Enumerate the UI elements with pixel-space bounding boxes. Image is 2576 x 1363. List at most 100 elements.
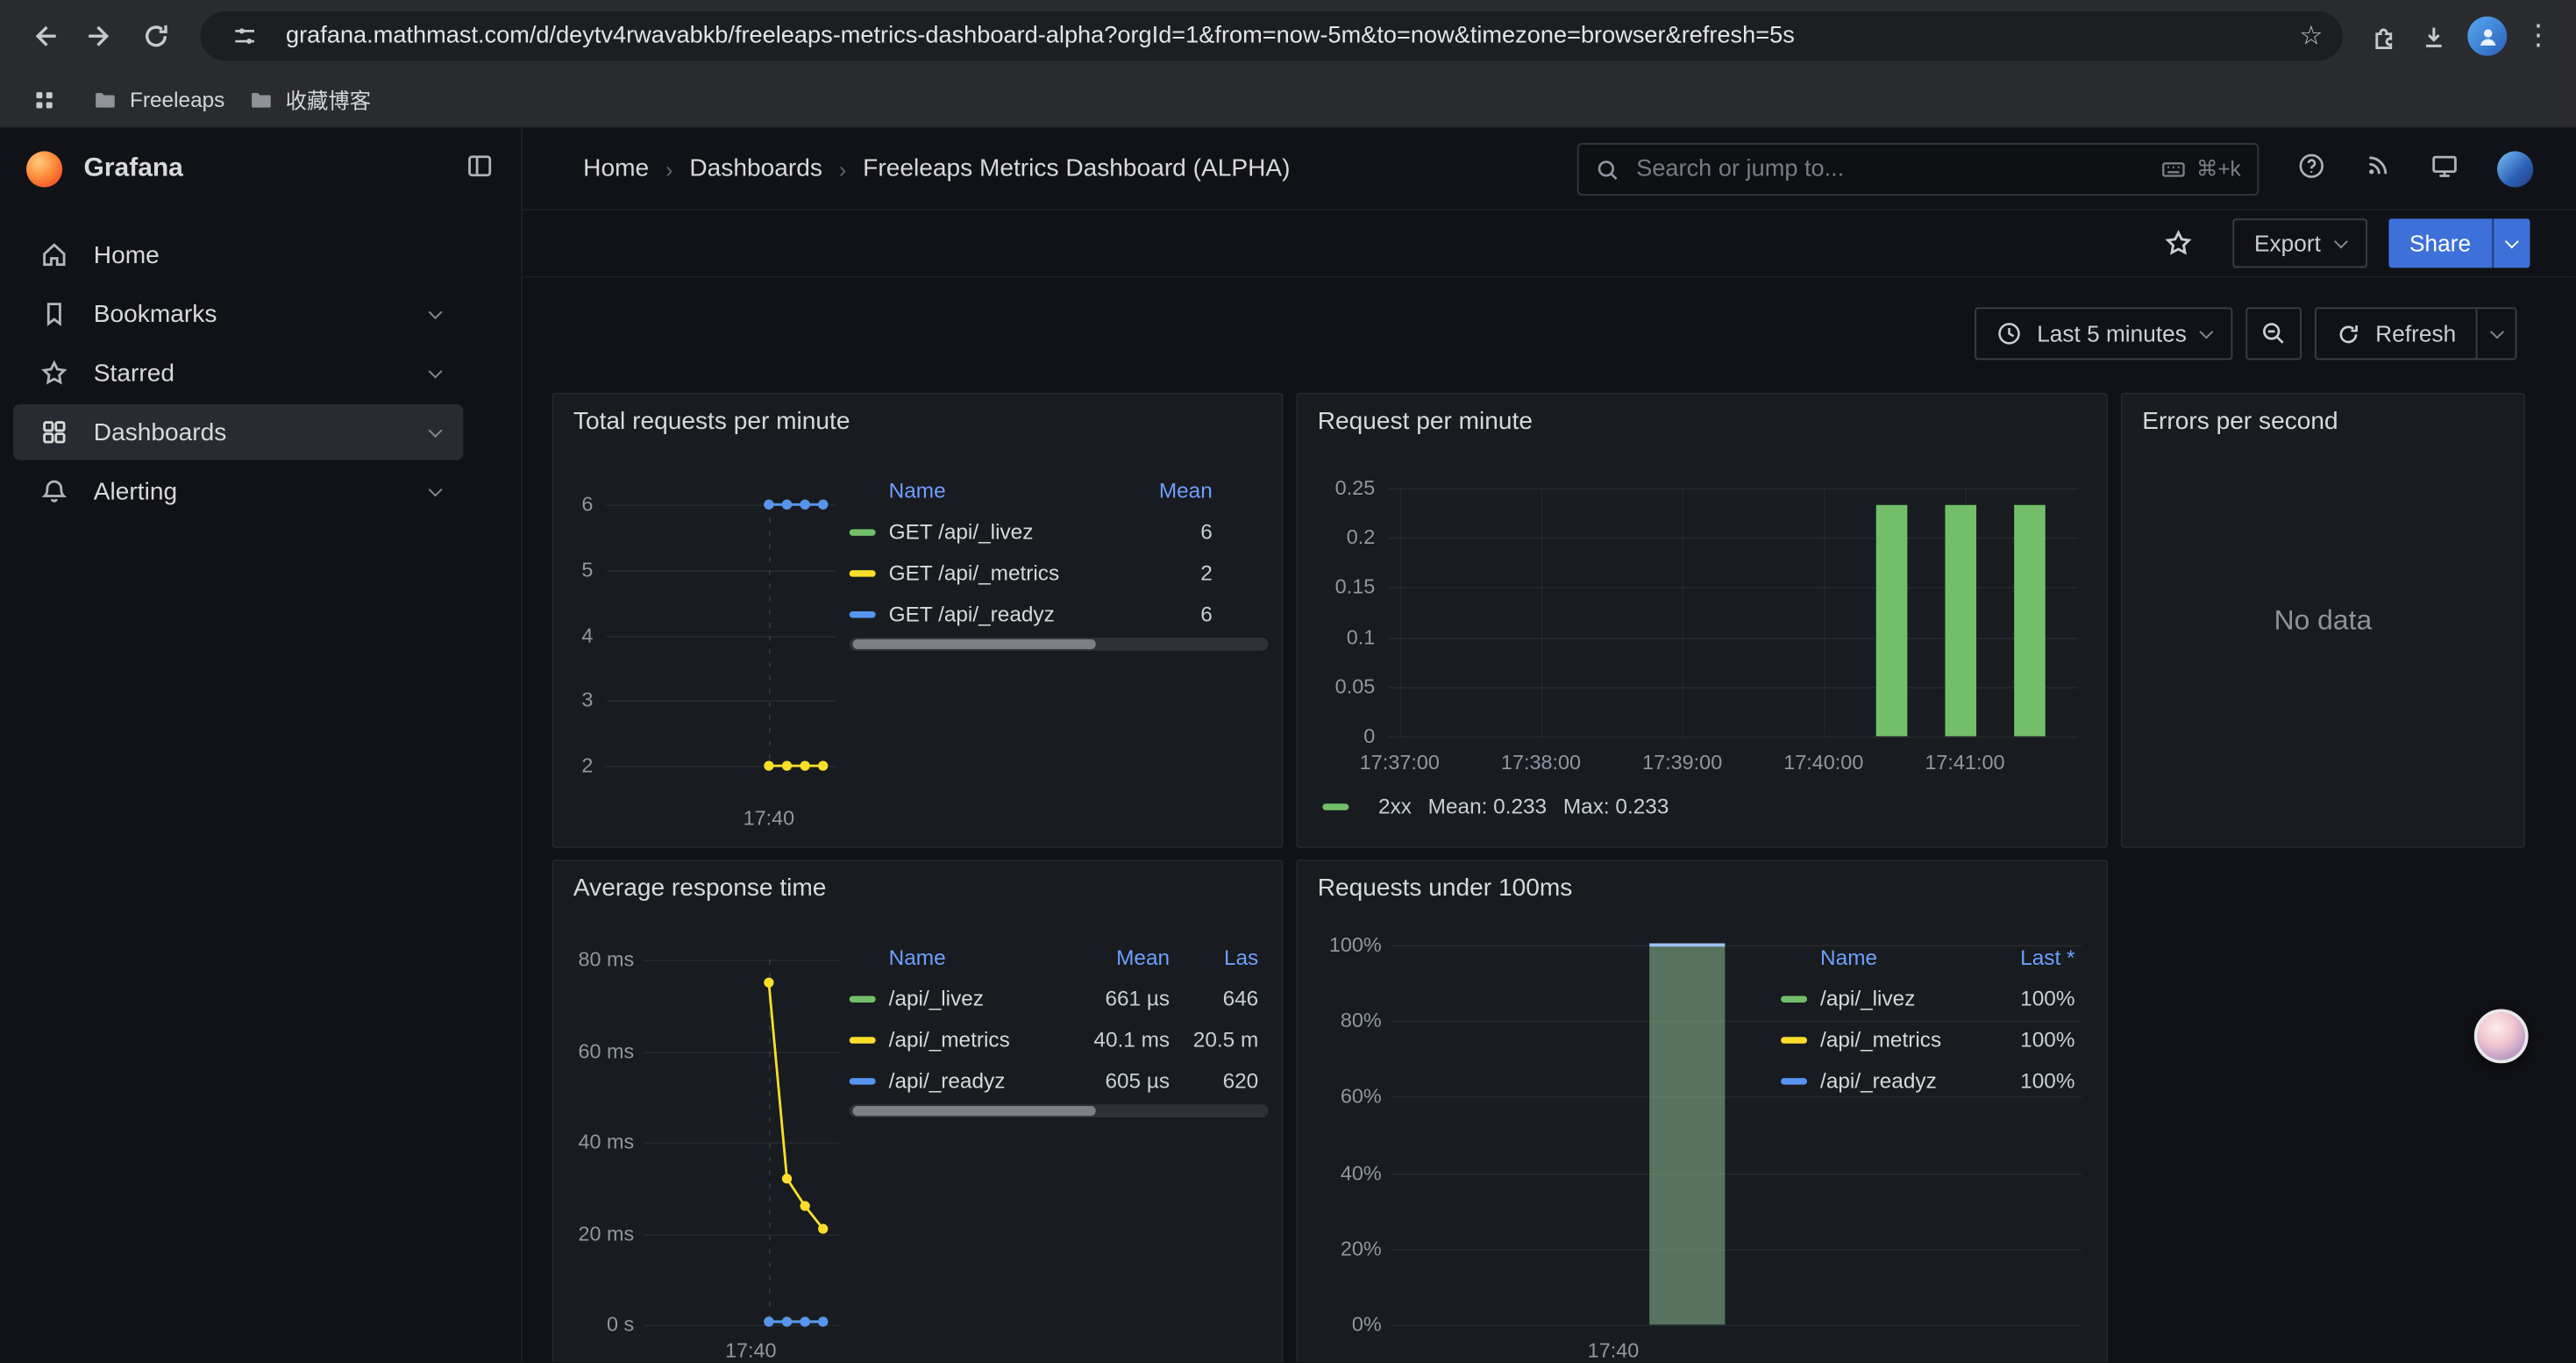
refresh-button[interactable]: Refresh bbox=[2316, 309, 2476, 358]
url-bar[interactable]: grafana.mathmast.com/d/deytv4rwavabkb/fr… bbox=[201, 11, 2343, 61]
user-avatar[interactable] bbox=[2497, 151, 2533, 187]
bookmark-star-icon[interactable]: ☆ bbox=[2300, 19, 2323, 52]
legend-row: /api/_readyz 100% bbox=[1764, 1060, 2086, 1102]
sidebar-item-label: Starred bbox=[94, 359, 406, 387]
time-range-picker[interactable]: Last 5 minutes bbox=[1975, 307, 2232, 360]
legend-series-mean: 605 µs bbox=[1078, 1068, 1170, 1093]
legend-col-name[interactable]: Name bbox=[1781, 944, 1976, 968]
forward-button[interactable] bbox=[72, 8, 128, 64]
legend-series-name[interactable]: /api/_readyz bbox=[1820, 1068, 1976, 1093]
bookmark-item[interactable]: Freeleaps bbox=[92, 86, 224, 112]
display-icon[interactable] bbox=[2430, 150, 2459, 188]
breadcrumb-separator: › bbox=[839, 155, 847, 182]
bookmark-icon bbox=[39, 299, 69, 329]
share-dropdown[interactable] bbox=[2492, 218, 2530, 268]
help-icon[interactable] bbox=[2296, 150, 2326, 188]
chevron-down-icon[interactable] bbox=[429, 364, 443, 378]
legend-series-mean: 2 bbox=[1114, 560, 1212, 585]
time-controls: Last 5 minutes Refresh bbox=[1975, 307, 2516, 360]
sidebar-item-bookmarks[interactable]: Bookmarks bbox=[13, 286, 463, 342]
browser-profile-avatar[interactable] bbox=[2467, 17, 2507, 56]
browser-toolbar: grafana.mathmast.com/d/deytv4rwavabkb/fr… bbox=[0, 0, 2576, 72]
legend-series-name[interactable]: GET /api/_metrics bbox=[889, 560, 1114, 585]
apps-grid-icon[interactable] bbox=[19, 72, 68, 128]
panel-errors-per-second: Errors per second No data bbox=[2121, 393, 2525, 848]
legend-col-mean[interactable]: Mean bbox=[1114, 477, 1212, 502]
legend-series-last: 100% bbox=[1976, 986, 2074, 1010]
legend-header: Name Mean bbox=[850, 468, 1269, 511]
legend-series-name[interactable]: /api/_livez bbox=[1820, 986, 1976, 1010]
legend-series-name[interactable]: /api/_metrics bbox=[1820, 1027, 1976, 1052]
refresh-icon bbox=[2336, 321, 2360, 346]
bell-icon bbox=[39, 476, 69, 506]
folder-icon bbox=[92, 86, 118, 112]
scrollbar-thumb[interactable] bbox=[852, 639, 1095, 649]
legend-col-name[interactable]: Name bbox=[850, 944, 1078, 968]
legend-col-last[interactable]: Last * bbox=[1976, 944, 2074, 968]
legend-series-name[interactable]: GET /api/_livez bbox=[889, 519, 1114, 544]
legend-series-name[interactable]: /api/_readyz bbox=[889, 1068, 1078, 1093]
breadcrumb-current: Freeleaps Metrics Dashboard (ALPHA) bbox=[863, 154, 1290, 182]
legend-series-name[interactable]: /api/_metrics bbox=[889, 1027, 1078, 1052]
star-icon bbox=[39, 358, 69, 388]
news-rss-icon[interactable] bbox=[2364, 151, 2392, 187]
panel-title[interactable]: Total requests per minute bbox=[573, 408, 850, 436]
breadcrumb: Home › Dashboards › Freeleaps Metrics Da… bbox=[523, 154, 1291, 182]
search-input[interactable] bbox=[1633, 154, 2146, 184]
panel-title[interactable]: Average response time bbox=[573, 874, 827, 903]
favorite-star-icon[interactable] bbox=[2164, 228, 2194, 258]
chart-plot: 0.250.20.150.10.05017:37:0017:38:0017:39… bbox=[1298, 395, 2106, 846]
legend-series-last: 100% bbox=[1976, 1068, 2074, 1093]
export-button[interactable]: Export bbox=[2233, 218, 2367, 268]
series-dash-icon bbox=[850, 569, 876, 575]
extensions-icon[interactable] bbox=[2359, 8, 2409, 64]
share-button[interactable]: Share bbox=[2388, 218, 2493, 268]
legend-col-mean[interactable]: Mean bbox=[1078, 944, 1170, 968]
reload-button[interactable] bbox=[128, 8, 184, 64]
panel-title[interactable]: Requests under 100ms bbox=[1318, 874, 1573, 903]
back-button[interactable] bbox=[17, 8, 73, 64]
dashboard-content: Last 5 minutes Refresh bbox=[523, 278, 2576, 1363]
series-dash-icon bbox=[1322, 803, 1348, 809]
legend-scrollbar[interactable] bbox=[850, 638, 1269, 651]
legend-scrollbar[interactable] bbox=[850, 1104, 1269, 1117]
sidebar-item-home[interactable]: Home bbox=[13, 227, 463, 283]
chevron-down-icon[interactable] bbox=[429, 482, 443, 496]
breadcrumb-dashboards[interactable]: Dashboards bbox=[689, 154, 822, 182]
url-text[interactable]: grafana.mathmast.com/d/deytv4rwavabkb/fr… bbox=[286, 23, 2287, 49]
legend-series-name[interactable]: 2xx bbox=[1378, 794, 1412, 818]
assistant-avatar[interactable] bbox=[2474, 1009, 2529, 1063]
sidebar-toggle-icon[interactable] bbox=[465, 150, 495, 188]
legend-row: GET /api/_livez 6 bbox=[850, 511, 1269, 553]
bookmark-item[interactable]: 收藏博客 bbox=[248, 84, 372, 116]
chevron-down-icon[interactable] bbox=[429, 304, 443, 318]
legend-series-name[interactable]: GET /api/_readyz bbox=[889, 602, 1114, 626]
zoom-out-button[interactable] bbox=[2245, 307, 2302, 360]
chevron-down-icon[interactable] bbox=[429, 423, 443, 437]
sidebar-item-alerting[interactable]: Alerting bbox=[13, 463, 463, 519]
legend-row: /api/_readyz 605 µs 620 bbox=[850, 1060, 1269, 1102]
legend-series-name[interactable]: /api/_livez bbox=[889, 986, 1078, 1010]
search-bar[interactable]: ⌘+k bbox=[1577, 143, 2259, 196]
grafana-logo[interactable] bbox=[26, 151, 62, 187]
browser-menu-icon[interactable]: ⋮ bbox=[2517, 19, 2560, 52]
clock-icon bbox=[1996, 320, 2022, 346]
breadcrumb-home[interactable]: Home bbox=[583, 154, 649, 182]
downloads-icon[interactable] bbox=[2409, 8, 2458, 64]
panel-title[interactable]: Errors per second bbox=[2142, 408, 2338, 436]
legend-series-last: 646 bbox=[1170, 986, 1268, 1010]
site-settings-icon[interactable] bbox=[220, 8, 269, 64]
legend-col-last[interactable]: Las bbox=[1170, 944, 1268, 968]
scrollbar-thumb[interactable] bbox=[852, 1106, 1095, 1116]
screen: grafana.mathmast.com/d/deytv4rwavabkb/fr… bbox=[0, 0, 2576, 1362]
folder-icon bbox=[248, 86, 274, 112]
legend-col-name[interactable]: Name bbox=[850, 477, 1114, 502]
no-data-message: No data bbox=[2123, 395, 2523, 846]
sidebar-item-dashboards[interactable]: Dashboards bbox=[13, 404, 463, 460]
dashboards-grid-icon bbox=[39, 417, 69, 447]
legend-series-mean: 6 bbox=[1114, 602, 1212, 626]
series-dash-icon bbox=[1781, 1077, 1807, 1083]
refresh-interval-dropdown[interactable] bbox=[2476, 309, 2516, 358]
panel-title[interactable]: Request per minute bbox=[1318, 408, 1533, 436]
sidebar-item-starred[interactable]: Starred bbox=[13, 345, 463, 401]
